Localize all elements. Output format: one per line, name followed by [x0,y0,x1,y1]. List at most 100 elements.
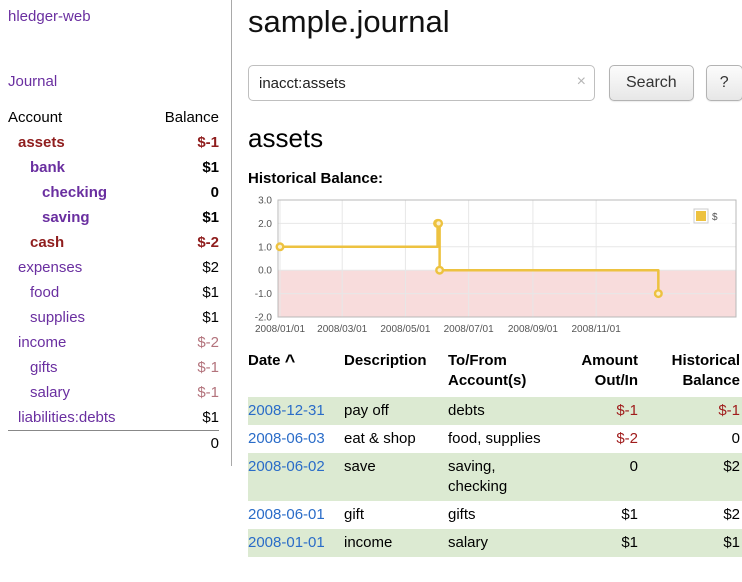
date-link[interactable]: 2008-06-01 [248,506,325,523]
search-box: × [248,65,595,101]
account-link-expenses[interactable]: expenses [18,259,82,276]
register-table: Date ^ Description To/From Account(s) Am… [248,351,742,557]
register-date-cell: 2008-12-31 [248,397,344,425]
register-balance-cell: $2 [644,501,742,529]
account-link-gifts[interactable]: gifts [30,359,58,376]
balance-chart-svg: 3.02.01.00.0-1.0-2.02008/01/012008/03/01… [248,195,742,341]
svg-text:2008/09/01: 2008/09/01 [508,324,558,335]
register-accounts-cell: saving, checking [448,453,556,501]
date-link[interactable]: 2008-12-31 [248,402,325,419]
help-button[interactable]: ? [706,65,742,101]
register-accounts-cell: debts [448,397,556,425]
search-input[interactable] [248,65,595,101]
register-header-accounts-line2: Account(s) [448,371,550,391]
date-link[interactable]: 2008-06-02 [248,458,325,475]
account-balance-gifts: $-1 [148,355,219,380]
register-accounts-cell: gifts [448,501,556,529]
account-row: saving $1 [8,205,219,230]
account-row: gifts $-1 [8,355,219,380]
register-accounts-cell: food, supplies [448,425,556,453]
page-title: sample.journal [248,4,742,40]
register-amount-cell: $1 [556,501,644,529]
register-row: 2008-06-02 save saving, checking 0 $2 [248,453,742,501]
account-row: cash $-2 [8,230,219,255]
svg-text:1.0: 1.0 [258,242,272,253]
accounts-total-row: 0 [8,431,219,457]
register-description-cell: gift [344,501,448,529]
account-balance-saving: $1 [148,205,219,230]
register-description-cell: eat & shop [344,425,448,453]
account-link-liabilities-debts[interactable]: liabilities:debts [18,409,116,426]
account-link-food[interactable]: food [30,284,59,301]
account-row: salary $-1 [8,380,219,405]
register-header-balance-line2: Balance [644,371,740,391]
account-link-bank[interactable]: bank [30,159,65,176]
register-amount-cell: 0 [556,453,644,501]
svg-text:$: $ [712,212,718,223]
account-link-assets[interactable]: assets [18,134,65,151]
sort-asc-icon[interactable]: ^ [285,351,296,371]
register-date-cell: 2008-01-01 [248,529,344,557]
account-heading: assets [248,123,742,154]
register-header-amount-line1: Amount [556,351,638,371]
accounts-total-balance: 0 [148,431,219,457]
register-row: 2008-06-03 eat & shop food, supplies $-2… [248,425,742,453]
account-link-checking[interactable]: checking [42,184,107,201]
page: hledger-web Journal Account Balance asse… [0,0,742,557]
register-accounts-cell: salary [448,529,556,557]
account-row: liabilities:debts $1 [8,405,219,431]
register-amount-cell: $-2 [556,425,644,453]
register-amount-cell: $-1 [556,397,644,425]
accounts-table: Account Balance assets $-1 bank $1 check… [8,105,219,456]
register-description-cell: save [344,453,448,501]
date-link[interactable]: 2008-01-01 [248,534,325,551]
register-description-cell: pay off [344,397,448,425]
clear-search-icon[interactable]: × [577,73,586,91]
accounts-header-balance: Balance [148,105,219,130]
account-balance-bank: $1 [148,155,219,180]
account-balance-food: $1 [148,280,219,305]
account-balance-salary: $-1 [148,380,219,405]
sidebar-item-journal[interactable]: Journal [8,73,219,90]
svg-text:2008/03/01: 2008/03/01 [317,324,367,335]
search-bar: × Search ? [248,65,742,101]
register-header-date[interactable]: Date [248,352,281,369]
account-link-income[interactable]: income [18,334,66,351]
register-description-cell: income [344,529,448,557]
register-header-balance-line1: Historical [644,351,740,371]
svg-text:0.0: 0.0 [258,266,272,277]
register-header-amount-line2: Out/In [556,371,638,391]
date-link[interactable]: 2008-06-03 [248,430,325,447]
main-content: sample.journal × Search ? assets Histori… [232,0,742,557]
svg-text:-2.0: -2.0 [255,313,273,324]
register-balance-cell: $1 [644,529,742,557]
register-header-row: Date ^ Description To/From Account(s) Am… [248,351,742,397]
account-balance-assets: $-1 [148,130,219,155]
account-row: supplies $1 [8,305,219,330]
account-balance-supplies: $1 [148,305,219,330]
svg-text:2008/01/01: 2008/01/01 [255,324,305,335]
accounts-header-row: Account Balance [8,105,219,130]
app-title-link[interactable]: hledger-web [8,8,219,25]
account-row: expenses $2 [8,255,219,280]
account-balance-expenses: $2 [148,255,219,280]
register-row: 2008-01-01 income salary $1 $1 [248,529,742,557]
account-link-salary[interactable]: salary [30,384,70,401]
sidebar: hledger-web Journal Account Balance asse… [0,0,232,466]
svg-text:3.0: 3.0 [258,196,272,207]
svg-text:2008/07/01: 2008/07/01 [444,324,494,335]
account-link-supplies[interactable]: supplies [30,309,85,326]
account-row: income $-2 [8,330,219,355]
svg-text:2008/11/01: 2008/11/01 [571,324,621,335]
svg-text:2008/05/01: 2008/05/01 [380,324,430,335]
account-balance-cash: $-2 [148,230,219,255]
search-button[interactable]: Search [609,65,694,101]
account-row: bank $1 [8,155,219,180]
register-balance-cell: $2 [644,453,742,501]
account-link-saving[interactable]: saving [42,209,90,226]
register-header-description: Description [344,352,427,369]
account-link-cash[interactable]: cash [30,234,64,251]
register-header-accounts-line1: To/From [448,351,550,371]
register-date-cell: 2008-06-03 [248,425,344,453]
svg-text:-1.0: -1.0 [255,289,273,300]
